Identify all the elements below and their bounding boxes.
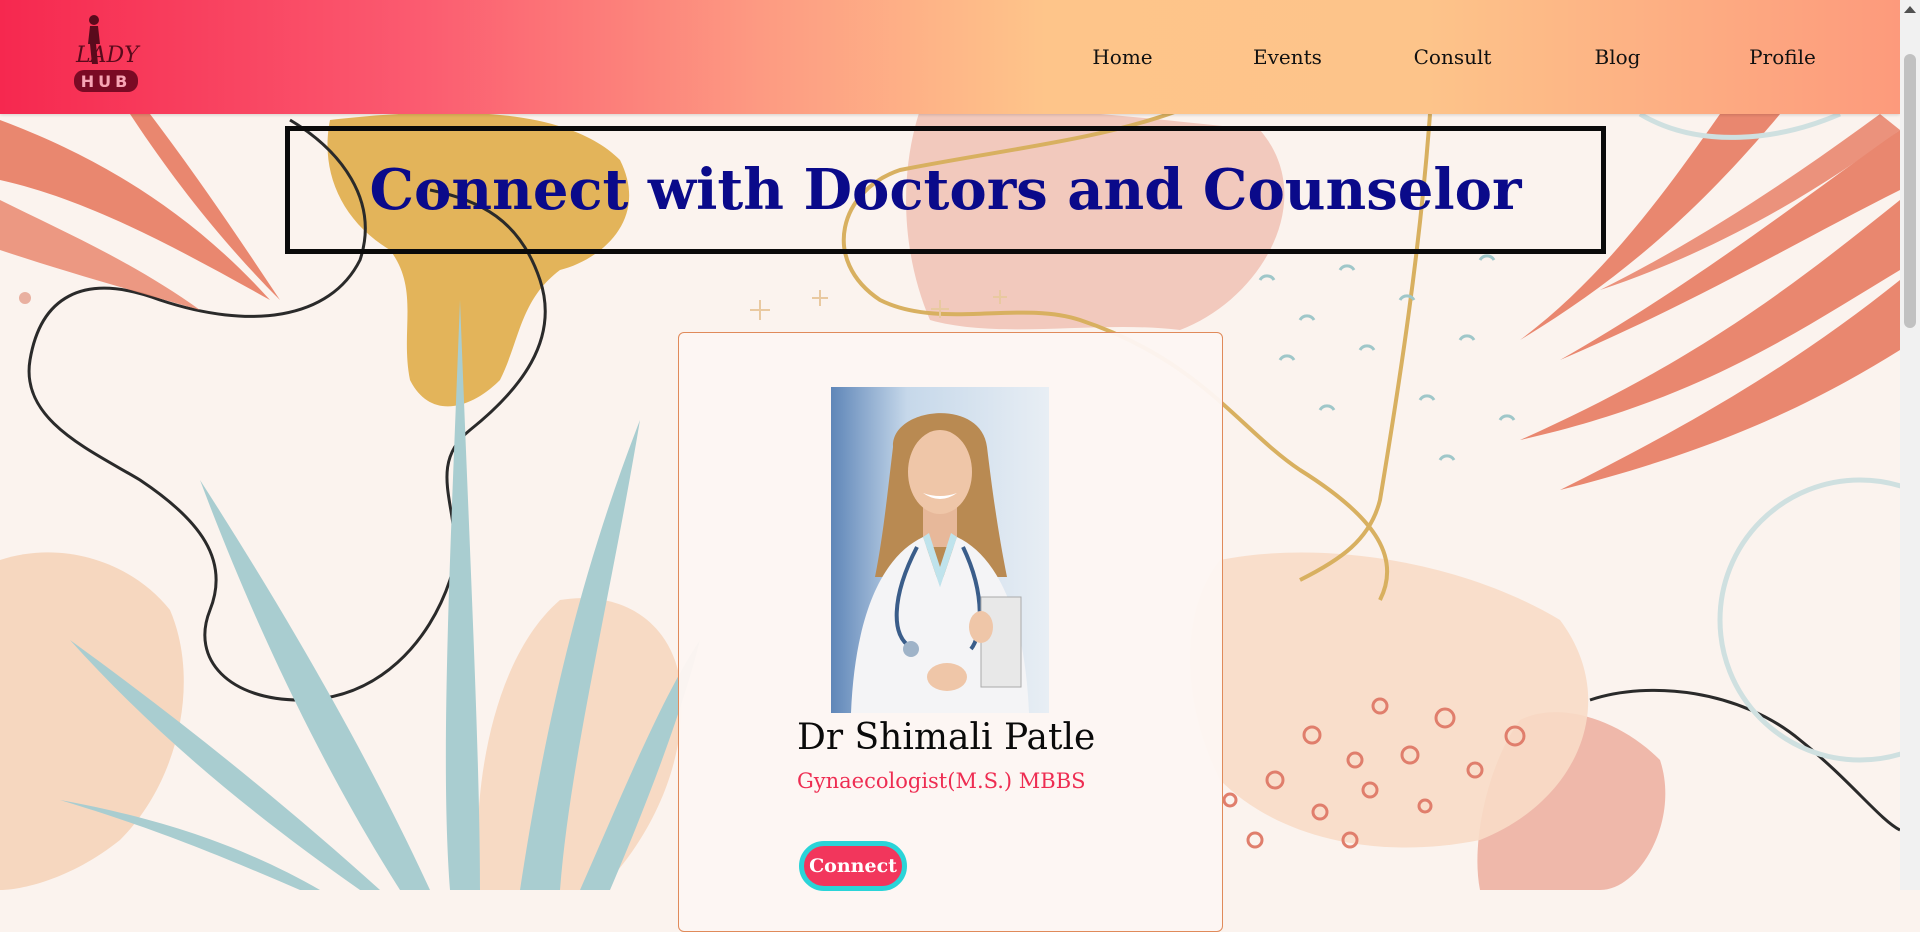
page-title: Connect with Doctors and Counselor: [369, 157, 1522, 223]
scroll-thumb[interactable]: [1904, 54, 1916, 328]
nav-link-home[interactable]: Home: [1040, 45, 1205, 69]
page-scrollbar[interactable]: [1900, 0, 1920, 890]
nav-link-events[interactable]: Events: [1205, 45, 1370, 69]
headline-banner: Connect with Doctors and Counselor: [285, 126, 1606, 254]
doctor-name: Dr Shimali Patle: [797, 717, 1096, 758]
logo-graphic: LADY HUB: [74, 15, 141, 92]
doctor-card: Dr Shimali Patle Gynaecologist(M.S.) MBB…: [678, 332, 1223, 932]
logo-text-bottom: HUB: [81, 72, 132, 91]
connect-button[interactable]: Connect: [799, 841, 907, 891]
scroll-up-arrow-icon[interactable]: [1904, 6, 1916, 13]
doctor-qualification: Gynaecologist(M.S.) MBBS: [797, 769, 1086, 793]
doctor-photo: [831, 387, 1049, 713]
top-navbar: LADY HUB Home Events Consult Blog Profil…: [0, 0, 1900, 114]
logo-text-top: LADY: [75, 43, 141, 68]
lady-hub-logo[interactable]: LADY HUB: [70, 14, 142, 94]
nav-link-blog[interactable]: Blog: [1535, 45, 1700, 69]
nav-link-profile[interactable]: Profile: [1700, 45, 1865, 69]
nav-link-consult[interactable]: Consult: [1370, 45, 1535, 69]
nav-links: Home Events Consult Blog Profile: [1040, 0, 1865, 114]
